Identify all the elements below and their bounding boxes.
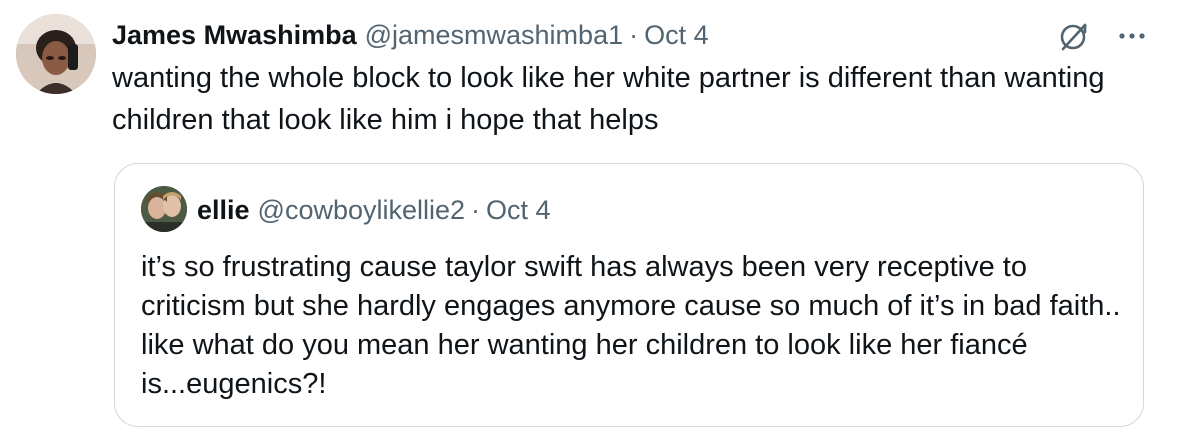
avatar-photo [16,14,96,94]
grok-icon[interactable] [1056,18,1092,54]
quoted-tweet[interactable]: ellie @cowboylikellie2 · Oct 4 it’s so f… [114,163,1144,427]
quote-header: ellie @cowboylikellie2 · Oct 4 [197,192,551,228]
more-icon[interactable] [1114,18,1150,54]
author-handle[interactable]: @jamesmwashimba1 [365,16,624,54]
quote-date[interactable]: Oct 4 [486,192,551,228]
author-avatar[interactable] [16,14,96,94]
quote-header-separator: · [471,195,481,225]
author-display-name[interactable]: James Mwashimba [112,16,357,54]
tweet[interactable]: James Mwashimba @jamesmwashimba1 · Oct 4… [0,0,1184,446]
quote-author-display-name[interactable]: ellie [197,192,250,228]
quote-author-handle[interactable]: @cowboylikellie2 [258,192,466,228]
quote-author-avatar[interactable] [141,186,187,232]
quote-avatar-photo [141,186,187,232]
header-separator: · [629,20,639,50]
tweet-date[interactable]: Oct 4 [644,16,709,54]
tweet-header: James Mwashimba @jamesmwashimba1 · Oct 4 [112,16,709,54]
quote-text: it’s so frustrating cause taylor swift h… [141,251,1121,400]
tweet-text: wanting the whole block to look like her… [112,62,1105,136]
